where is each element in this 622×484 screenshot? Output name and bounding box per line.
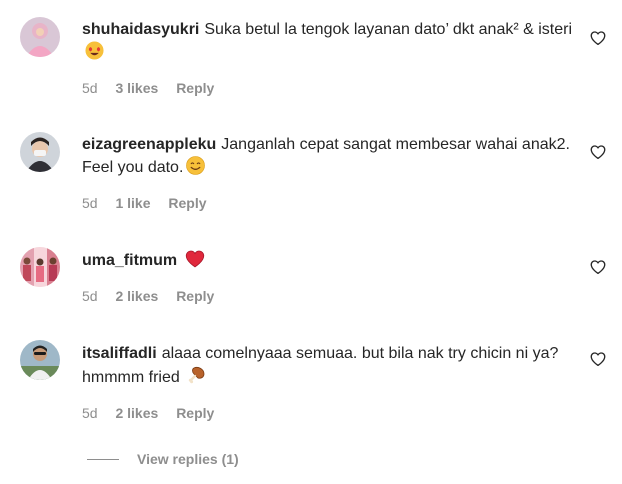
red-heart-emoji-icon (185, 249, 205, 275)
reply-button[interactable]: Reply (176, 405, 214, 421)
like-heart-icon[interactable] (589, 350, 607, 368)
comment-text: shuhaidasyukri Suka betul la tengok layan… (82, 18, 582, 67)
view-replies-label[interactable]: View replies (1) (137, 451, 239, 467)
comment-age: 5d (82, 195, 98, 211)
comment-username[interactable]: uma_fitmum (82, 252, 177, 269)
comment-meta: 5d 3 likes Reply (82, 79, 582, 97)
comment-text: itsaliffadli alaaa comelnyaaa semuaa. but… (82, 342, 582, 392)
heart-eyes-emoji-icon (85, 41, 104, 67)
comment-likes[interactable]: 1 like (115, 195, 150, 211)
comment-body: itsaliffadli alaaa comelnyaaa semuaa. but… (82, 342, 582, 422)
comment-text: uma_fitmum (82, 249, 582, 275)
reply-button[interactable]: Reply (176, 288, 214, 304)
comment-age: 5d (82, 405, 98, 421)
like-heart-icon[interactable] (589, 143, 607, 161)
comment-meta: 5d 1 like Reply (82, 194, 582, 212)
view-replies-button[interactable]: View replies (1) (87, 451, 239, 467)
avatar[interactable] (20, 247, 60, 287)
comment-meta: 5d 2 likes Reply (82, 404, 582, 422)
comment-username[interactable]: itsaliffadli (82, 345, 157, 362)
reply-button[interactable]: Reply (176, 80, 214, 96)
like-heart-icon[interactable] (589, 29, 607, 47)
comment-body: shuhaidasyukri Suka betul la tengok layan… (82, 18, 582, 97)
comment-meta: 5d 2 likes Reply (82, 287, 582, 305)
comment-username[interactable]: eizagreenappleku (82, 136, 216, 153)
reply-button[interactable]: Reply (168, 195, 206, 211)
comment-username[interactable]: shuhaidasyukri (82, 21, 199, 38)
smiling-face-emoji-icon (186, 156, 206, 182)
divider-line (87, 458, 119, 460)
comment-likes[interactable]: 2 likes (115, 288, 158, 304)
poultry-leg-emoji-icon (187, 365, 207, 392)
comment-age: 5d (82, 288, 98, 304)
comment-text: eizagreenappleku Janganlah cepat sangat m… (82, 133, 582, 182)
avatar[interactable] (20, 132, 60, 172)
comment-content: Suka betul la tengok layanan dato’ dkt a… (204, 21, 573, 38)
comment-likes[interactable]: 2 likes (115, 405, 158, 421)
like-heart-icon[interactable] (589, 258, 607, 276)
avatar[interactable] (20, 17, 60, 57)
comment-age: 5d (82, 80, 98, 96)
comment-body: uma_fitmum 5d 2 likes Reply (82, 249, 582, 305)
comment-likes[interactable]: 3 likes (115, 80, 158, 96)
avatar[interactable] (20, 340, 60, 380)
comment-body: eizagreenappleku Janganlah cepat sangat m… (82, 133, 582, 212)
